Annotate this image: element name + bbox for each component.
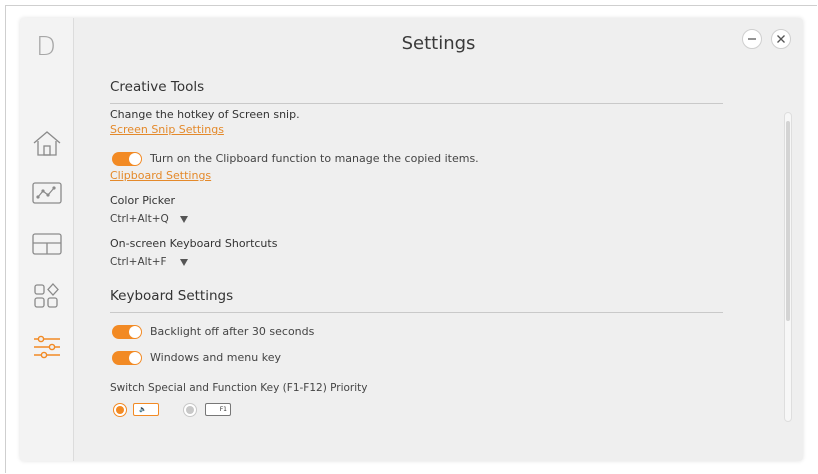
clipboard-settings-link[interactable]: Clipboard Settings [110, 169, 211, 182]
toggle-knob [129, 153, 141, 165]
keyboard-shortcuts-label: On-screen Keyboard Shortcuts [110, 237, 278, 250]
windows-key-toggle-label: Windows and menu key [150, 351, 281, 364]
layout-icon [32, 233, 62, 255]
section-divider [110, 312, 723, 313]
section-divider [110, 103, 723, 104]
toggle-knob [129, 326, 141, 338]
function-key-keycap[interactable]: F1 [205, 403, 231, 416]
function-key-priority-radio[interactable] [183, 403, 197, 417]
sidebar-item-home[interactable] [32, 130, 62, 158]
section-title-creative-tools: Creative Tools [110, 79, 205, 95]
windows-key-toggle[interactable] [112, 351, 142, 365]
color-picker-hotkey-select[interactable]: Ctrl+Alt+Q [110, 213, 169, 225]
fn-key-label: F1 [219, 406, 227, 413]
close-button[interactable] [771, 29, 791, 49]
sidebar-item-mouse[interactable] [32, 180, 62, 208]
clipboard-toggle[interactable] [112, 152, 142, 166]
app-logo: D [36, 32, 57, 62]
minimize-button[interactable] [742, 29, 762, 49]
scrollbar-thumb[interactable] [786, 121, 790, 321]
sidebar-item-settings[interactable] [32, 334, 62, 362]
sidebar-item-layout[interactable] [32, 231, 62, 259]
chevron-down-icon[interactable] [180, 216, 188, 223]
backlight-toggle[interactable] [112, 325, 142, 339]
special-key-keycap[interactable]: 🔈 [133, 403, 159, 416]
page-title: Settings [401, 33, 476, 54]
screen-snip-settings-link[interactable]: Screen Snip Settings [110, 123, 224, 136]
settings-window: D Settings Creative Tools Change the hot… [20, 18, 803, 461]
clipboard-toggle-label: Turn on the Clipboard function to manage… [150, 152, 479, 165]
apps-icon [34, 283, 59, 308]
speaker-icon: 🔈 [139, 406, 147, 413]
chevron-down-icon[interactable] [180, 259, 188, 266]
keyboard-shortcuts-hotkey-select[interactable]: Ctrl+Alt+F [110, 256, 167, 268]
fn-priority-label: Switch Special and Function Key (F1-F12)… [110, 382, 368, 394]
mouse-icon [32, 182, 62, 204]
sidebar-item-apps[interactable] [32, 282, 62, 310]
settings-panel: Settings Creative Tools Change the hotke… [74, 18, 803, 461]
special-key-priority-radio[interactable] [113, 403, 127, 417]
sidebar: D [20, 18, 74, 461]
sliders-icon [34, 335, 60, 359]
toggle-knob [129, 352, 141, 364]
screen-snip-label: Change the hotkey of Screen snip. [110, 108, 300, 121]
minimize-icon [748, 38, 756, 40]
section-title-keyboard-settings: Keyboard Settings [110, 288, 234, 304]
home-icon [33, 131, 61, 156]
backlight-toggle-label: Backlight off after 30 seconds [150, 325, 315, 338]
close-icon [777, 35, 785, 43]
scrollbar[interactable] [784, 112, 792, 422]
color-picker-label: Color Picker [110, 194, 175, 207]
